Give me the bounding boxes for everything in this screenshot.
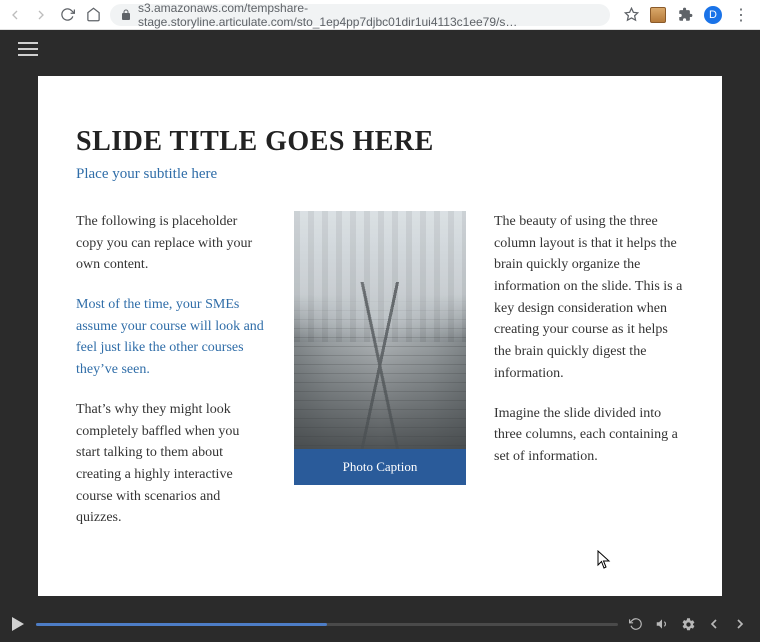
three-column-layout: The following is placeholder copy you ca… [76, 211, 684, 547]
hamburger-menu[interactable] [18, 42, 38, 61]
lock-icon [120, 9, 132, 21]
back-button[interactable] [6, 6, 24, 24]
column-left: The following is placeholder copy you ca… [76, 211, 266, 547]
col1-para2: Most of the time, your SMEs assume your … [76, 294, 266, 381]
photo-caption: Photo Caption [294, 449, 466, 485]
home-button[interactable] [84, 6, 102, 24]
star-icon[interactable] [622, 6, 640, 24]
forward-button[interactable] [32, 6, 50, 24]
url-text: s3.amazonaws.com/tempshare-stage.storyli… [138, 1, 600, 29]
slide-title: SLIDE TITLE GOES HERE [76, 126, 684, 158]
settings-button[interactable] [680, 616, 696, 632]
placeholder-photo [294, 211, 466, 449]
next-button[interactable] [732, 616, 748, 632]
prev-button[interactable] [706, 616, 722, 632]
col1-para3: That’s why they might look completely ba… [76, 399, 266, 529]
column-middle: Photo Caption [294, 211, 466, 547]
course-player: SLIDE TITLE GOES HERE Place your subtitl… [0, 30, 760, 642]
seek-progress [36, 623, 327, 626]
address-bar[interactable]: s3.amazonaws.com/tempshare-stage.storyli… [110, 4, 610, 26]
extension-icon-1[interactable] [650, 7, 666, 23]
cursor-icon [597, 550, 613, 570]
volume-button[interactable] [654, 616, 670, 632]
seek-bar[interactable] [36, 623, 618, 626]
browser-toolbar: s3.amazonaws.com/tempshare-stage.storyli… [0, 0, 760, 30]
profile-avatar[interactable]: D [704, 6, 722, 24]
slide-canvas: SLIDE TITLE GOES HERE Place your subtitl… [38, 76, 722, 596]
col3-para1: The beauty of using the three column lay… [494, 211, 684, 385]
reload-button[interactable] [58, 6, 76, 24]
column-right: The beauty of using the three column lay… [494, 211, 684, 547]
col1-para1: The following is placeholder copy you ca… [76, 211, 266, 276]
extensions-icon[interactable] [676, 6, 694, 24]
play-button[interactable] [12, 617, 26, 631]
menu-button[interactable]: ⋮ [732, 6, 750, 24]
avatar-initial: D [709, 9, 717, 21]
replay-button[interactable] [628, 616, 644, 632]
col3-para2: Imagine the slide divided into three col… [494, 403, 684, 468]
slide-subtitle: Place your subtitle here [76, 166, 684, 183]
player-controls [0, 606, 760, 642]
